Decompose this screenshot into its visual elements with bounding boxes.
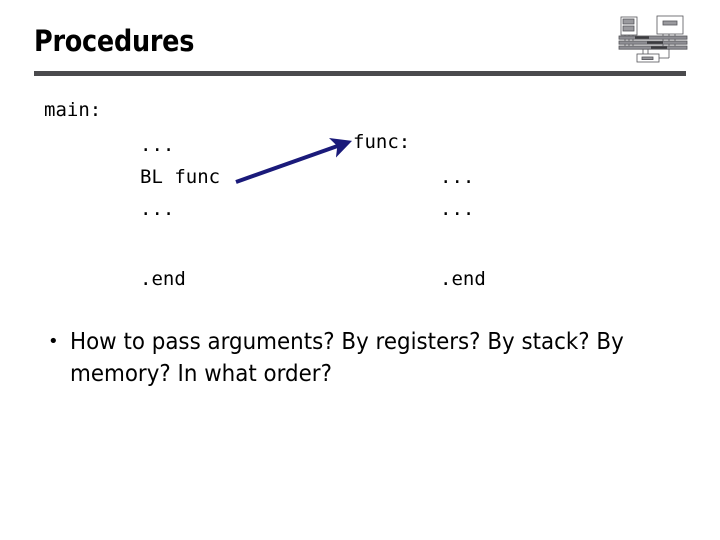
code-line-func-end: .end bbox=[440, 268, 486, 290]
assembly-code-illustration: main: ... BL func ... .end func: ... ...… bbox=[0, 0, 720, 310]
bullet-marker-icon: • bbox=[48, 331, 59, 352]
code-line-func-ellipsis-2: ... bbox=[440, 198, 475, 220]
code-line-func-ellipsis-1: ... bbox=[440, 166, 475, 188]
bullet-item-text: How to pass arguments? By registers? By … bbox=[70, 329, 624, 387]
code-line-func-label: func: bbox=[353, 131, 411, 153]
code-line-main-end: .end bbox=[140, 268, 186, 290]
code-line-main-ellipsis-1: ... bbox=[140, 134, 175, 156]
code-line-bl-func: BL func bbox=[140, 166, 221, 188]
code-line-main-label: main: bbox=[44, 99, 102, 121]
code-line-main-ellipsis-2: ... bbox=[140, 198, 175, 220]
list-item: • How to pass arguments? By registers? B… bbox=[44, 326, 684, 390]
bullet-list: • How to pass arguments? By registers? B… bbox=[44, 326, 684, 390]
